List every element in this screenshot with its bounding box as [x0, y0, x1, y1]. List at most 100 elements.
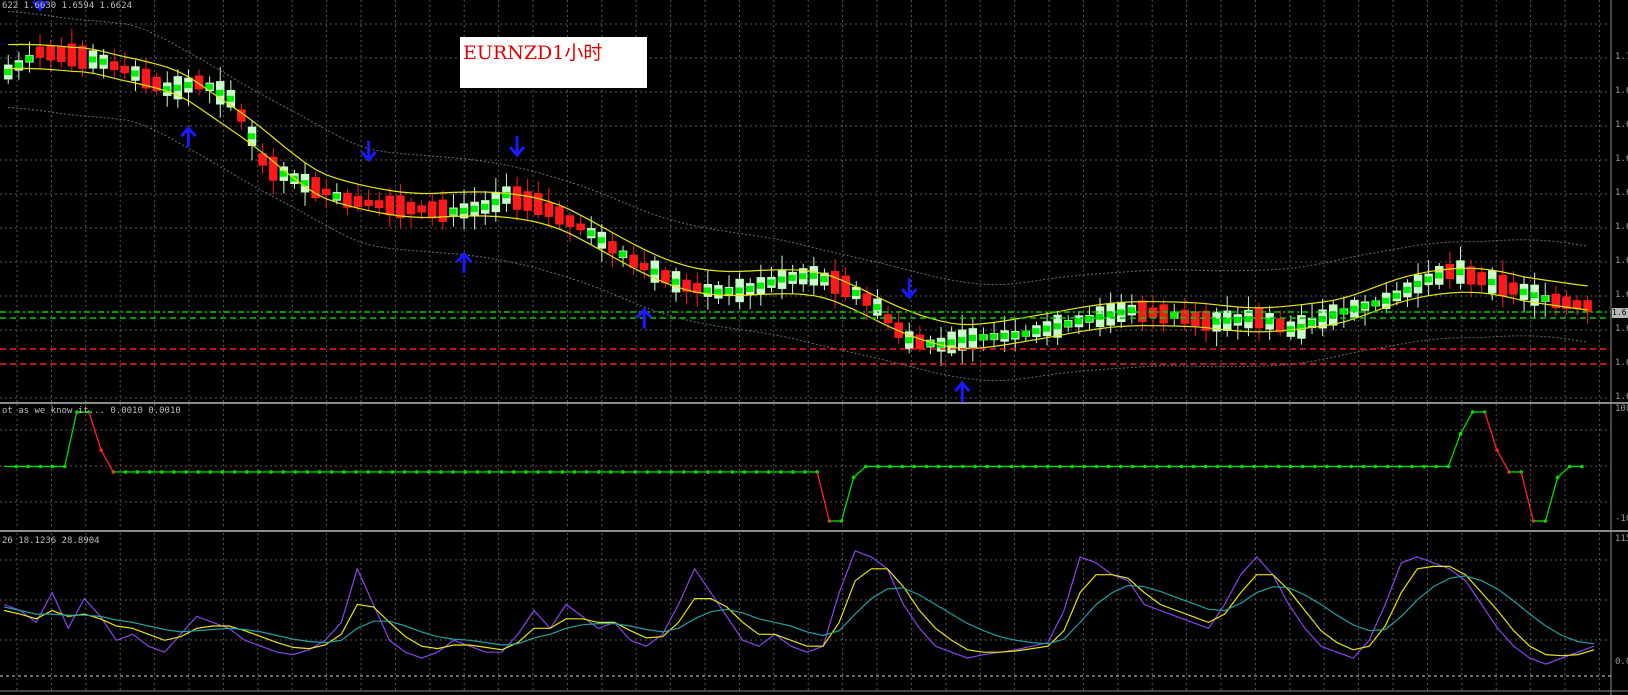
- heiken-block: [512, 195, 521, 202]
- heiken-block: [1329, 312, 1337, 318]
- heiken-block: [481, 203, 489, 210]
- heiken-block: [1466, 272, 1475, 279]
- heiken-block: [989, 333, 998, 340]
- heiken-block: [756, 282, 765, 289]
- heiken-block: [1138, 308, 1146, 315]
- heiken-block: [608, 244, 616, 251]
- heiken-block: [491, 199, 500, 206]
- upper-envelope: [8, 11, 1588, 286]
- heiken-block: [1074, 318, 1083, 325]
- sell-arrow-icon: [901, 278, 918, 300]
- heiken-block: [682, 282, 690, 289]
- heiken-block: [1064, 320, 1072, 327]
- heiken-block: [375, 201, 383, 208]
- heiken-block: [555, 212, 563, 219]
- heiken-block: [746, 286, 754, 292]
- heiken-block: [406, 205, 415, 212]
- oscillator-segment: [1496, 449, 1510, 473]
- heiken-block: [1541, 295, 1549, 302]
- heiken-block: [258, 156, 266, 163]
- stochastic-tick-label: 0.0: [1615, 657, 1628, 667]
- panel3-info: 26 18.1236 28.8904: [2, 536, 100, 546]
- heiken-block: [46, 49, 54, 56]
- heiken-block: [385, 202, 394, 209]
- heiken-block: [1095, 313, 1104, 320]
- heiken-block: [671, 278, 680, 285]
- heiken-block: [1127, 307, 1136, 314]
- heiken-block: [618, 251, 627, 258]
- heiken-block: [57, 50, 65, 57]
- stochastic-tick-label: 115: [1615, 534, 1628, 544]
- heiken-block: [311, 184, 319, 191]
- price-tick-label: 1.6: [1615, 324, 1628, 334]
- heiken-block: [1032, 328, 1040, 335]
- panel1-info: 622 1.6630 1.6594 1.6624: [2, 1, 133, 11]
- heiken-block: [1498, 282, 1507, 289]
- heiken-block: [300, 180, 309, 187]
- heiken-block: [1042, 325, 1051, 332]
- heiken-block: [99, 58, 107, 65]
- heiken-block: [1053, 323, 1061, 330]
- heiken-block: [141, 75, 150, 82]
- heiken-block: [1276, 322, 1284, 329]
- heiken-block: [534, 201, 542, 207]
- heiken-block: [322, 189, 330, 195]
- heiken-block: [958, 337, 966, 344]
- heiken-block: [714, 288, 722, 295]
- heiken-block: [1477, 275, 1485, 282]
- heiken-block: [396, 203, 404, 210]
- heiken-block: [343, 197, 351, 204]
- buy-arrow-icon: [180, 125, 197, 148]
- heiken-block: [353, 198, 362, 205]
- heiken-block: [820, 276, 828, 283]
- heiken-block: [1000, 332, 1008, 339]
- heiken-block: [35, 49, 44, 56]
- sell-arrow-icon: [360, 140, 377, 163]
- heiken-block: [216, 89, 224, 96]
- oscillator-segment: [853, 466, 867, 478]
- heiken-block: [968, 334, 977, 341]
- heiken-block: [1307, 319, 1316, 326]
- price-tick-label: 1.6: [1615, 188, 1628, 198]
- heiken-block: [1021, 330, 1030, 337]
- heiken-block: [459, 207, 468, 214]
- heiken-block: [597, 237, 606, 244]
- heiken-block: [1551, 297, 1560, 304]
- heiken-block: [120, 66, 129, 73]
- oscillator-tick-label: 100: [1615, 404, 1628, 414]
- candles-layer: [4, 28, 1592, 367]
- heiken-block: [1371, 300, 1379, 307]
- price-tick-label: 1.6: [1615, 256, 1628, 266]
- oscillator-segment: [88, 411, 102, 451]
- heiken-block: [152, 80, 160, 87]
- oscillator-segment: [64, 411, 78, 467]
- heiken-block: [841, 283, 849, 290]
- heiken-block: [428, 206, 436, 213]
- heiken-block: [173, 84, 182, 91]
- heiken-block: [1392, 292, 1401, 299]
- heiken-block: [88, 56, 97, 63]
- heiken-block: [1583, 303, 1591, 310]
- symbol-title: EURNZD1小时: [463, 42, 603, 64]
- heiken-block: [364, 199, 372, 206]
- heiken-block: [1424, 276, 1432, 283]
- oscillator-segment: [1520, 471, 1534, 522]
- heiken-block: [131, 70, 139, 77]
- oscillator-segment: [1459, 411, 1474, 435]
- oscillator-segment: [1544, 477, 1559, 522]
- heiken-block: [449, 208, 457, 215]
- heiken-block: [979, 334, 987, 341]
- price-panel[interactable]: [0, 0, 1628, 695]
- heiken-block: [862, 296, 871, 303]
- heiken-block: [735, 287, 743, 294]
- heiken-block: [788, 274, 796, 281]
- stochastic-line-2: [3, 565, 1595, 657]
- price-tick-label: 1.6: [1615, 290, 1628, 300]
- heiken-block: [1562, 299, 1570, 306]
- heiken-block: [724, 288, 733, 295]
- heiken-block: [544, 206, 553, 213]
- oscillator-segment: [840, 477, 855, 522]
- stochastic-line-3: [3, 575, 1595, 646]
- oscillator-segment: [1557, 466, 1571, 478]
- current-price-label: 1.6: [1612, 308, 1628, 318]
